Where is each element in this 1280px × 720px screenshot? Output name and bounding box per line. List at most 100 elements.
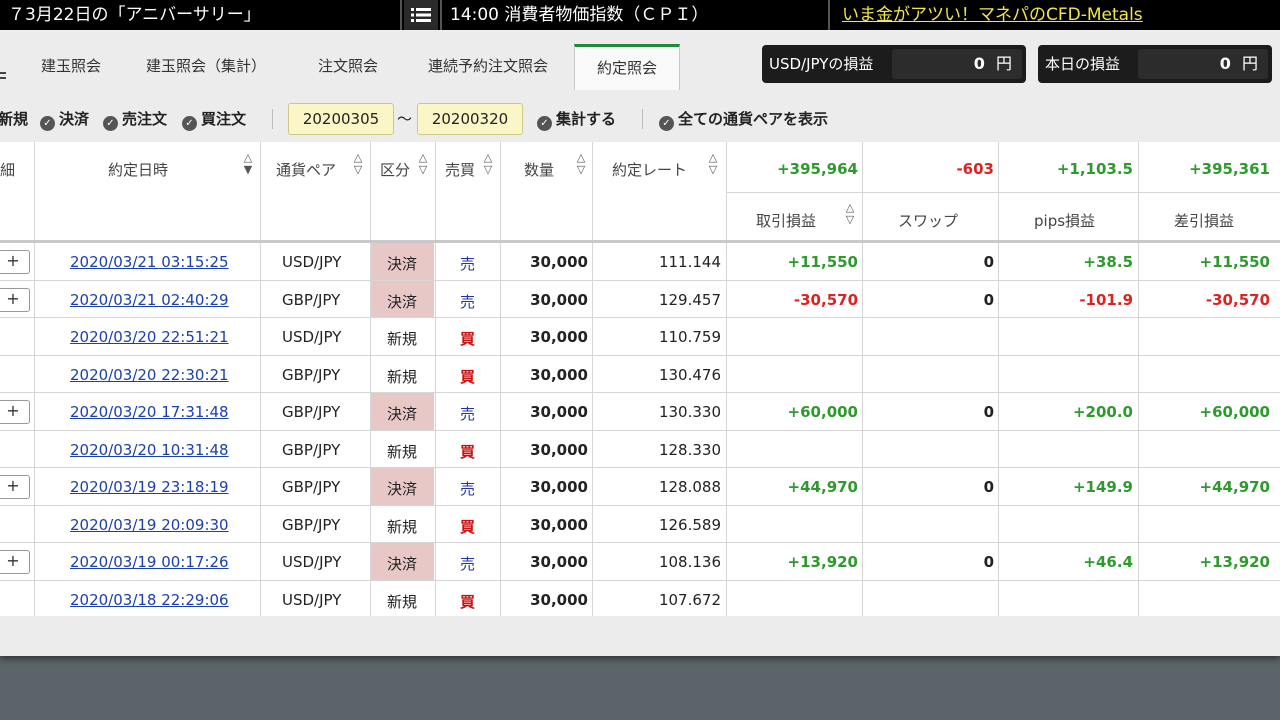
execution-datetime-link[interactable]: 2020/03/21 03:15:25 xyxy=(70,253,229,271)
sort-rate-icon[interactable]: △ ▽ xyxy=(707,152,719,176)
execution-datetime-link[interactable]: 2020/03/19 23:18:19 xyxy=(70,478,229,496)
col-header-side[interactable]: 売買 xyxy=(445,159,475,180)
sort-qty-icon[interactable]: △ ▽ xyxy=(575,152,587,176)
currency-pair: USD/JPY xyxy=(282,253,342,271)
quantity: 30,000 xyxy=(530,328,588,346)
execution-datetime-link[interactable]: 2020/03/21 02:40:29 xyxy=(70,291,229,309)
col-header-datetime[interactable]: 約定日時 xyxy=(108,159,168,180)
table-row[interactable]: +2020/03/21 02:40:29 GBP/JPY 決済 売 30,000 129.… xyxy=(0,280,1280,319)
execution-rate: 108.136 xyxy=(658,553,721,571)
col-header-pl[interactable]: 取引損益 xyxy=(756,210,816,231)
total-pl: +395,964 xyxy=(777,160,858,178)
sort-side-icon[interactable]: △ ▽ xyxy=(482,152,494,176)
filter-show-all-pairs[interactable]: ✓ 全ての通貨ペアを表示 xyxy=(659,103,828,135)
expand-row-button[interactable]: + xyxy=(0,550,30,574)
check-icon: ✓ xyxy=(659,116,674,131)
tab-sequential-orders[interactable]: 連続予約注文照会 xyxy=(412,44,564,88)
swap-value: 0 xyxy=(983,290,994,309)
table-row[interactable]: 2020/03/20 10:31:48 GBP/JPY 新規 買 30,000 128.3… xyxy=(0,431,1280,469)
pips-pl: -101.9 xyxy=(1079,290,1133,309)
net-pl: -30,570 xyxy=(1205,290,1270,309)
side-label: 買 xyxy=(460,442,476,461)
col-header-rate[interactable]: 約定レート xyxy=(612,159,687,180)
ticker-ad-link[interactable]: いま金がアツい！マネパのCFD-Metals xyxy=(834,0,1280,30)
trade-pl: +13,920 xyxy=(787,553,858,571)
menu-edge-icon[interactable] xyxy=(0,72,6,80)
ticker-item-cpi[interactable]: 14:00 消費者物価指数（ＣＰＩ） xyxy=(440,0,830,30)
quantity: 30,000 xyxy=(530,590,588,609)
expand-row-button[interactable]: + xyxy=(0,475,30,499)
tab-positions-summary[interactable]: 建玉照会（集計） xyxy=(130,44,282,88)
execution-datetime-link[interactable]: 2020/03/20 10:31:48 xyxy=(70,441,229,459)
swap-value: 0 xyxy=(983,253,994,271)
currency-pair: USD/JPY xyxy=(282,553,342,571)
table-row[interactable]: +2020/03/20 17:31:48 GBP/JPY 決済 売 30,000 130.… xyxy=(0,393,1280,431)
table-row[interactable]: 2020/03/19 20:09:30 GBP/JPY 新規 買 30,000 126.5… xyxy=(0,506,1280,544)
execution-datetime-link[interactable]: 2020/03/20 22:30:21 xyxy=(70,366,229,384)
table-row[interactable]: 2020/03/18 22:29:06 USD/JPY 新規 買 30,000 107.6… xyxy=(0,581,1280,617)
sort-pair-icon[interactable]: △ ▽ xyxy=(352,152,364,176)
table-row[interactable]: +2020/03/21 03:15:25 USD/JPY 決済 売 30,000 111.… xyxy=(0,243,1280,281)
table-row[interactable]: 2020/03/20 22:30:21 GBP/JPY 新規 買 30,000 130.4… xyxy=(0,356,1280,394)
expand-row-button[interactable]: + xyxy=(0,250,30,274)
date-to-field[interactable]: 20200320 xyxy=(417,103,523,135)
execution-datetime-link[interactable]: 2020/03/18 22:29:06 xyxy=(70,591,229,609)
pips-pl: +46.4 xyxy=(1083,553,1133,571)
expand-row-button[interactable]: + xyxy=(0,400,30,424)
execution-rate: 130.476 xyxy=(658,365,721,384)
tab-orders[interactable]: 注文照会 xyxy=(300,44,396,88)
col-header-pair[interactable]: 通貨ペア xyxy=(276,159,336,180)
table-row[interactable]: 2020/03/20 22:51:21 USD/JPY 新規 買 30,000 110.7… xyxy=(0,318,1280,356)
quantity: 30,000 xyxy=(530,478,588,496)
table-row[interactable]: +2020/03/19 00:17:26 USD/JPY 決済 売 30,000 108.… xyxy=(0,543,1280,581)
usdjpy-pl-box: USD/JPYの損益 0 円 xyxy=(762,45,1026,83)
list-icon xyxy=(411,8,431,22)
col-header-qty[interactable]: 数量 xyxy=(524,159,554,180)
execution-rate: 126.589 xyxy=(658,515,721,534)
execution-datetime-link[interactable]: 2020/03/19 20:09:30 xyxy=(70,516,229,534)
quantity: 30,000 xyxy=(530,253,588,271)
list-menu-button[interactable] xyxy=(404,0,438,30)
pips-pl: +200.0 xyxy=(1072,403,1133,421)
execution-rate: 111.144 xyxy=(658,253,721,271)
pips-pl: +149.9 xyxy=(1072,478,1133,496)
date-from-field[interactable]: 20200305 xyxy=(288,103,394,135)
tab-executions[interactable]: 約定照会 xyxy=(574,44,680,90)
execution-history-panel: 建玉照会 建玉照会（集計） 注文照会 連続予約注文照会 約定照会 USD/JPY… xyxy=(0,30,1280,656)
filter-new[interactable]: 新規 xyxy=(0,103,28,135)
col-header-net: 差引損益 xyxy=(1174,212,1235,230)
usdjpy-pl-value: 0 円 xyxy=(892,49,1022,79)
side-label: 売 xyxy=(460,255,476,273)
currency-pair: USD/JPY xyxy=(282,328,342,346)
trade-pl: +11,550 xyxy=(787,253,858,271)
table-row[interactable]: +2020/03/19 23:18:19 GBP/JPY 決済 売 30,000 128.… xyxy=(0,468,1280,506)
ticker-item-anniversary[interactable]: ７3月22日の「アニバーサリー」 xyxy=(0,0,402,30)
trade-pl: -30,570 xyxy=(793,290,858,309)
expand-row-button[interactable]: + xyxy=(0,287,30,312)
divider xyxy=(272,109,273,129)
side-label: 売 xyxy=(460,292,476,311)
tab-positions[interactable]: 建玉照会 xyxy=(22,44,120,88)
quantity: 30,000 xyxy=(530,365,588,384)
col-header-kubun[interactable]: 区分 xyxy=(380,159,410,180)
net-pl: +11,550 xyxy=(1199,253,1270,271)
execution-datetime-link[interactable]: 2020/03/19 00:17:26 xyxy=(70,553,229,571)
execution-datetime-link[interactable]: 2020/03/20 17:31:48 xyxy=(70,403,229,421)
sort-datetime-icon[interactable]: △ ▼ xyxy=(242,152,254,176)
trade-pl: +60,000 xyxy=(787,403,858,421)
sort-pl-icon[interactable]: △ ▽ xyxy=(844,202,856,226)
net-pl: +60,000 xyxy=(1199,403,1270,421)
sort-kubun-icon[interactable]: △ ▽ xyxy=(417,152,429,176)
filter-aggregate[interactable]: ✓ 集計する xyxy=(537,103,616,135)
execution-datetime-link[interactable]: 2020/03/20 22:51:21 xyxy=(70,328,229,346)
filter-buy-orders[interactable]: ✓ 買注文 xyxy=(182,103,246,135)
check-icon: ✓ xyxy=(40,116,55,131)
kubun-label: 新規 xyxy=(387,592,418,611)
filter-settle[interactable]: ✓ 決済 xyxy=(40,103,89,135)
divider xyxy=(642,109,643,129)
filter-sell-orders[interactable]: ✓ 売注文 xyxy=(103,103,167,135)
net-pl: +13,920 xyxy=(1199,553,1270,571)
col-header-swap: スワップ xyxy=(898,212,959,230)
side-label: 売 xyxy=(460,480,476,498)
quantity: 30,000 xyxy=(530,440,588,459)
